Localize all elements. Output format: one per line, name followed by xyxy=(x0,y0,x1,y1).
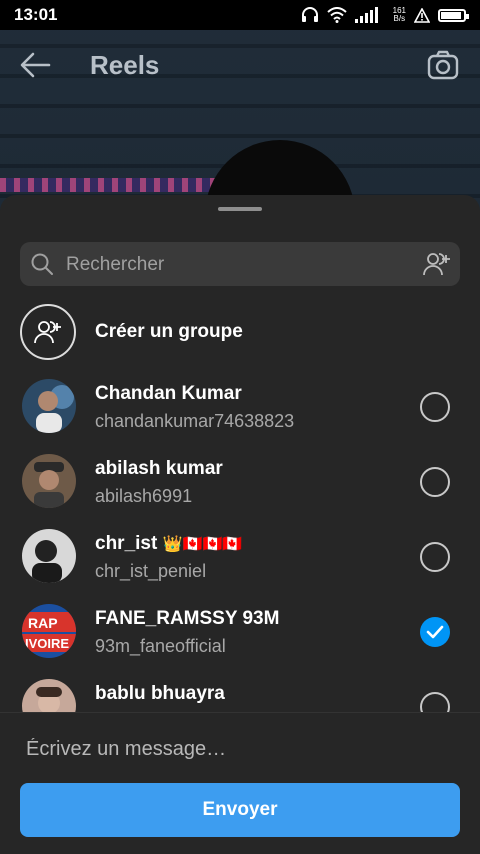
contact-row[interactable]: chr_ist 👑🇨🇦🇨🇦🇨🇦 chr_ist_peniel xyxy=(0,525,480,600)
share-sheet: Créer un groupe Chandan Kumar chandankum… xyxy=(0,195,480,854)
avatar: RAP IVOIRE xyxy=(22,604,76,658)
avatar-text-bottom: IVOIRE xyxy=(25,636,69,651)
name-emoji-flags: 👑🇨🇦🇨🇦🇨🇦 xyxy=(162,536,243,553)
select-radio[interactable] xyxy=(420,392,450,422)
alert-icon xyxy=(414,7,430,23)
contact-name: chr_ist 👑🇨🇦🇨🇦🇨🇦 xyxy=(95,533,243,554)
avatar xyxy=(22,679,76,713)
check-icon xyxy=(426,625,444,639)
divider xyxy=(0,712,480,713)
select-radio[interactable] xyxy=(420,692,450,713)
page-title: Reels xyxy=(90,50,160,80)
contact-username: 93m_faneofficial xyxy=(95,636,226,656)
contact-name: bablu bhuayra xyxy=(95,683,225,704)
select-radio-checked[interactable] xyxy=(420,617,450,647)
back-arrow-icon[interactable] xyxy=(18,48,52,82)
contact-row[interactable]: RAP IVOIRE FANE_RAMSSY 93M 93m_faneoffici… xyxy=(0,600,480,675)
search-bar xyxy=(20,242,460,288)
wifi-icon xyxy=(326,7,347,23)
send-button[interactable]: Envoyer xyxy=(20,783,460,837)
message-input[interactable] xyxy=(24,728,458,770)
select-radio[interactable] xyxy=(420,542,450,572)
reel-header: Reels xyxy=(0,30,480,100)
contact-username: abilash6991 xyxy=(95,486,193,506)
avatar xyxy=(22,379,76,433)
search-icon xyxy=(31,253,53,275)
create-group-row[interactable]: Créer un groupe xyxy=(20,302,460,362)
add-people-icon[interactable] xyxy=(422,251,452,277)
create-group-label: Créer un groupe xyxy=(95,321,243,342)
avatar xyxy=(22,529,76,583)
headphones-icon xyxy=(301,7,318,22)
contact-username: chr_ist_peniel xyxy=(95,561,207,581)
search-input[interactable] xyxy=(64,242,398,288)
status-time: 13:01 xyxy=(14,5,58,24)
contact-name: FANE_RAMSSY 93M xyxy=(95,608,280,629)
contact-row[interactable]: abilash kumar abilash6991 xyxy=(0,450,480,525)
status-bar: 13:01 161 B/s xyxy=(0,0,480,30)
create-group-icon-circle xyxy=(20,304,76,360)
status-icons: 161 B/s xyxy=(301,6,469,23)
sheet-drag-handle[interactable] xyxy=(218,207,262,211)
camera-icon[interactable] xyxy=(426,48,460,82)
signal-icon xyxy=(354,7,378,23)
select-radio[interactable] xyxy=(420,467,450,497)
contact-username: chandankumar74638823 xyxy=(95,411,295,431)
contact-list: Chandan Kumar chandankumar74638823 abila… xyxy=(0,375,480,713)
contact-row[interactable]: Chandan Kumar chandankumar74638823 xyxy=(0,375,480,450)
battery-icon xyxy=(438,8,469,22)
contact-name: Chandan Kumar xyxy=(95,383,242,404)
group-add-icon xyxy=(34,321,61,344)
contact-name: abilash kumar xyxy=(95,458,223,479)
contact-row[interactable]: bablu bhuayra xyxy=(0,675,480,713)
avatar-text-top: RAP xyxy=(28,615,58,631)
net-speed: 161 B/s xyxy=(392,6,406,23)
avatar xyxy=(22,454,76,508)
